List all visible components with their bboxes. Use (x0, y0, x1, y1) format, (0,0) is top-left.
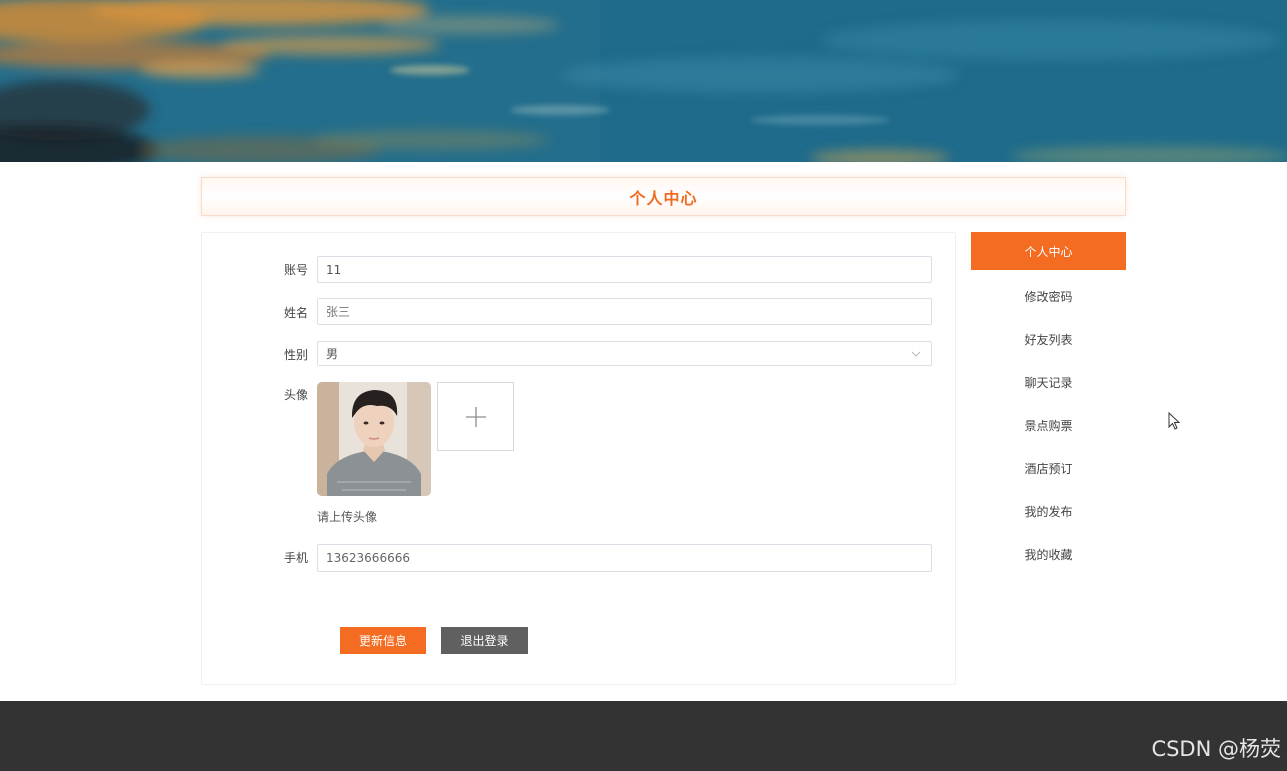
banner-image (0, 0, 1287, 162)
sidebar-item-chat-history[interactable]: 聊天记录 (971, 361, 1126, 404)
sidebar-item-hotel-booking[interactable]: 酒店预订 (971, 447, 1126, 490)
plus-icon (465, 406, 486, 427)
avatar-portrait (317, 382, 431, 496)
sidebar-item-my-posts[interactable]: 我的发布 (971, 490, 1126, 533)
page-title-bar: 个人中心 (201, 177, 1126, 216)
mouse-pointer-icon (1168, 412, 1181, 430)
sidebar-item-friends[interactable]: 好友列表 (971, 318, 1126, 361)
avatar-image (317, 382, 431, 496)
phone-label: 手机 (283, 551, 308, 565)
gender-value: 男 (326, 347, 339, 361)
name-value: 张三 (326, 305, 351, 319)
update-info-button[interactable]: 更新信息 (340, 627, 426, 654)
logout-button[interactable]: 退出登录 (441, 627, 528, 654)
phone-input[interactable]: 13623666666 (317, 544, 932, 572)
sidebar-menu: 个人中心 修改密码 好友列表 聊天记录 景点购票 酒店预订 我的发布 我的收藏 (971, 232, 1126, 576)
account-label: 账号 (283, 263, 308, 277)
avatar-upload-hint: 请上传头像 (317, 510, 378, 524)
chevron-down-icon (911, 351, 921, 357)
name-input[interactable]: 张三 (317, 298, 932, 325)
sidebar-item-ticket-purchase[interactable]: 景点购票 (971, 404, 1126, 447)
sidebar-item-profile[interactable]: 个人中心 (971, 232, 1126, 270)
phone-value: 13623666666 (326, 551, 410, 565)
sidebar-item-my-favorites[interactable]: 我的收藏 (971, 533, 1126, 576)
avatar-upload-button[interactable] (437, 382, 514, 451)
account-input[interactable]: 11 (317, 256, 932, 283)
gender-label: 性别 (283, 348, 308, 362)
sidebar-item-change-password[interactable]: 修改密码 (971, 275, 1126, 318)
account-value: 11 (326, 262, 342, 277)
page-title: 个人中心 (629, 188, 698, 208)
name-label: 姓名 (283, 306, 308, 320)
banner-water-scene (0, 0, 1287, 162)
avatar-label: 头像 (283, 388, 308, 402)
gender-select[interactable]: 男 (317, 341, 932, 366)
page-footer (0, 701, 1287, 771)
watermark-text: CSDN @杨荧 (1151, 737, 1281, 761)
